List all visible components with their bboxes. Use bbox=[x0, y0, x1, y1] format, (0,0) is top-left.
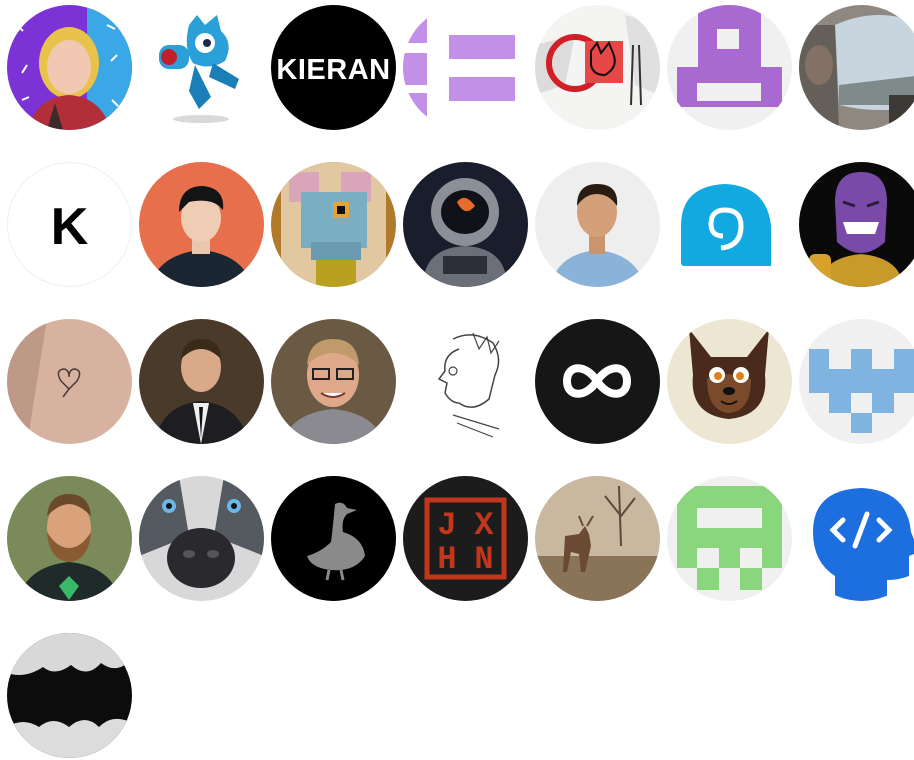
jxhn-letter-x: X bbox=[474, 507, 494, 544]
avatar-thanos[interactable] bbox=[799, 162, 914, 287]
k-logo-text: K bbox=[51, 198, 89, 256]
avatar-sketch-portrait[interactable] bbox=[403, 319, 528, 444]
avatar-k-logo[interactable]: K bbox=[7, 162, 132, 287]
avatar-kieran-image: KIERAN bbox=[271, 5, 396, 130]
avatar-cat-sketch-image bbox=[535, 5, 660, 130]
avatar-flat-man-orange[interactable] bbox=[139, 162, 264, 287]
avatar-pixel-rat-image bbox=[271, 162, 396, 287]
avatar-husky-image bbox=[139, 476, 264, 601]
avatar-man-suit-image bbox=[139, 319, 264, 444]
kieran-logo-text: KIERAN bbox=[276, 54, 390, 86]
avatar-deer[interactable] bbox=[535, 476, 660, 601]
avatar-goose[interactable] bbox=[271, 476, 396, 601]
avatar-astronaut[interactable] bbox=[403, 162, 528, 287]
avatar-jxhn[interactable]: J X H N bbox=[403, 476, 528, 601]
avatar-k-logo-image: K bbox=[7, 162, 132, 287]
avatar-lilac-equals-image bbox=[403, 5, 528, 130]
avatar-man-suit[interactable] bbox=[139, 319, 264, 444]
avatar-blue-pixel-image bbox=[799, 319, 914, 444]
avatar-cartoon-dog-image bbox=[667, 319, 792, 444]
avatar-bearded-man-image bbox=[7, 476, 132, 601]
avatar-code-brain-image bbox=[799, 476, 914, 601]
avatar-jxhn-image: J X H N bbox=[403, 476, 528, 601]
avatar-clouds-image bbox=[7, 633, 132, 758]
avatar-thanos-image bbox=[799, 162, 914, 287]
avatar-kieran[interactable]: KIERAN bbox=[271, 5, 396, 130]
avatar-pixel-rat[interactable] bbox=[271, 162, 396, 287]
avatar-astronaut-image bbox=[403, 162, 528, 287]
avatar-deer-image bbox=[535, 476, 660, 601]
avatar-woman-purple-bg[interactable] bbox=[7, 5, 132, 130]
avatar-green-pixel-image bbox=[667, 476, 792, 601]
avatar-infinity[interactable]: ∞ bbox=[535, 319, 660, 444]
avatar-flat-man-orange-image bbox=[139, 162, 264, 287]
avatar-man-blue-shirt[interactable] bbox=[535, 162, 660, 287]
avatar-sketch-portrait-image bbox=[403, 319, 528, 444]
avatar-lilac-pixel-image bbox=[667, 5, 792, 130]
avatar-code-brain[interactable]: </> bbox=[799, 476, 914, 601]
avatar-grid: KIERAN K J X H N bbox=[7, 5, 914, 758]
avatar-cartoon-dog[interactable] bbox=[667, 319, 792, 444]
avatar-blue-swirl-image bbox=[667, 162, 792, 287]
avatar-cat-sketch[interactable] bbox=[535, 5, 660, 130]
avatar-man-blue-shirt-image bbox=[535, 162, 660, 287]
avatar-plane-cockpit[interactable] bbox=[799, 5, 914, 130]
avatar-man-glasses-image bbox=[271, 319, 396, 444]
avatar-wrist-tattoo[interactable] bbox=[7, 319, 132, 444]
jxhn-letter-j: J bbox=[437, 507, 456, 544]
avatar-infinity-image bbox=[535, 319, 660, 444]
avatar-lilac-pixel[interactable] bbox=[667, 5, 792, 130]
avatar-plane-cockpit-image bbox=[799, 5, 914, 130]
avatar-woman-purple-bg-image bbox=[7, 5, 132, 130]
avatar-man-glasses[interactable] bbox=[271, 319, 396, 444]
avatar-wrist-tattoo-image bbox=[7, 319, 132, 444]
avatar-octocat-megaman-image bbox=[139, 5, 264, 130]
avatar-clouds[interactable] bbox=[7, 633, 132, 758]
avatar-lilac-equals[interactable] bbox=[403, 5, 528, 130]
avatar-blue-pixel[interactable] bbox=[799, 319, 914, 444]
avatar-bearded-man[interactable] bbox=[7, 476, 132, 601]
avatar-green-pixel[interactable] bbox=[667, 476, 792, 601]
avatar-husky[interactable] bbox=[139, 476, 264, 601]
avatar-blue-swirl[interactable] bbox=[667, 162, 792, 287]
jxhn-letter-h: H bbox=[437, 541, 456, 578]
jxhn-letter-n: N bbox=[474, 541, 493, 578]
avatar-goose-image bbox=[271, 476, 396, 601]
avatar-octocat-megaman[interactable] bbox=[139, 5, 264, 130]
